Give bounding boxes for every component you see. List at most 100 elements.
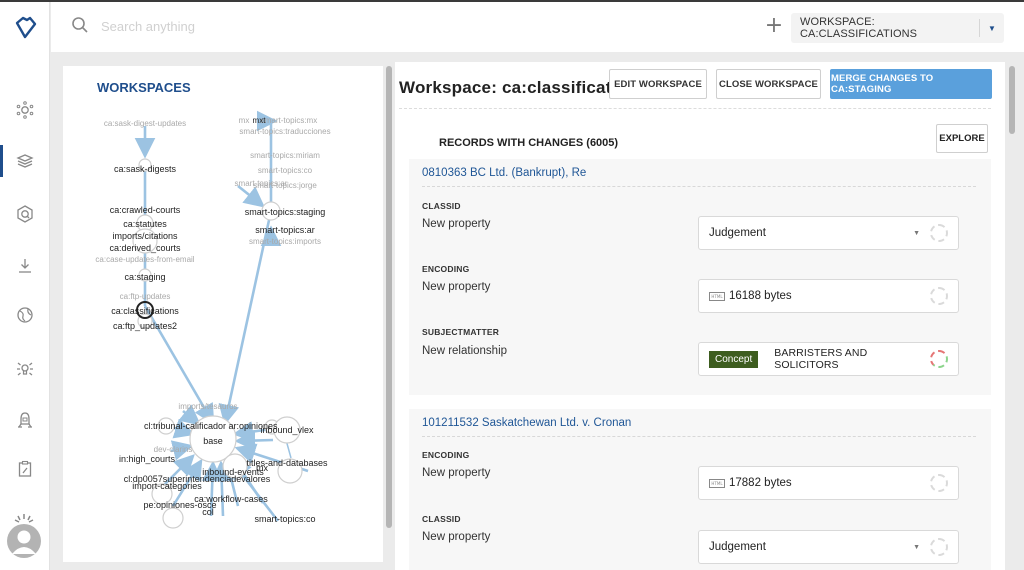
field-change-type: New property [422, 467, 491, 479]
graph-node-label[interactable]: mxt [253, 116, 267, 125]
graph-node-label[interactable]: smart-topics:mx [261, 116, 317, 125]
graph-node-label[interactable]: smart-topics:miriam [250, 151, 320, 160]
classid-select[interactable]: Judgement ▼ [698, 216, 959, 250]
graph-node-label[interactable]: ca:case-updates-from-email [95, 255, 194, 264]
sidebar-item-layers[interactable] [0, 143, 50, 179]
sidebar-item-ideas[interactable] [0, 351, 50, 387]
graph-node-label[interactable]: mx [239, 116, 250, 125]
graph-node-label[interactable]: ca:staging [124, 272, 165, 282]
dropdown-caret-icon[interactable]: ▼ [913, 544, 920, 551]
record-divider [422, 186, 976, 187]
record-title-link[interactable]: 101211532 Saskatchewan Ltd. v. Cronan [422, 417, 631, 429]
right-panel-scrollbar[interactable] [1009, 66, 1015, 134]
graph-node-label[interactable]: smart-topics:ar [255, 225, 315, 235]
workspace-select-value: WORKSPACE: CA:CLASSIFICATIONS [800, 16, 918, 40]
status-ring-icon [930, 538, 948, 556]
graph-node-label[interactable]: ca:crawled-courts [110, 205, 181, 215]
field-name: SUBJECTMATTER [422, 327, 500, 337]
hexagon-search-icon [17, 205, 33, 223]
dropdown-caret-icon[interactable]: ▼ [913, 230, 920, 237]
workspace-graph[interactable]: WORKSPACES ca:sask-digest-updates ca:cas… [63, 66, 383, 562]
workspaces-title: WORKSPACES [97, 80, 191, 95]
download-icon [19, 259, 31, 273]
sidebar-item-graph[interactable] [0, 92, 50, 128]
chevron-down-icon[interactable]: ▼ [980, 24, 1004, 33]
graph-node-label[interactable]: ca:sask-digest-updates [104, 119, 186, 128]
sidebar-item-import[interactable] [0, 248, 50, 284]
graph-node-label[interactable]: dev-clarins [154, 445, 193, 454]
edit-workspace-button[interactable]: EDIT WORKSPACE [609, 69, 707, 99]
graph-node-label[interactable]: inbound_vlex [260, 425, 314, 435]
encoding-value[interactable]: HTML 17882 bytes [698, 466, 959, 500]
sidebar-item-robot[interactable] [0, 402, 50, 438]
sidebar-item-globe[interactable] [0, 297, 50, 333]
record-card: 101211532 Saskatchewan Ltd. v. Cronan EN… [409, 409, 991, 570]
field-change-type: New property [422, 531, 491, 543]
status-ring-icon [930, 474, 948, 492]
field-name: ENCODING [422, 450, 470, 460]
graph-node-label[interactable]: ca:ftp_updates2 [113, 321, 177, 331]
classid-select[interactable]: Judgement ▼ [698, 530, 959, 564]
field-change-type: New relationship [422, 345, 508, 357]
title-divider [399, 108, 991, 109]
select-value: Judgement [709, 541, 766, 553]
graph-node-label[interactable]: ca:sask-digests [114, 164, 177, 174]
field-name: ENCODING [422, 264, 470, 274]
field-change-type: New property [422, 218, 491, 230]
workspace-details-panel: Workspace: ca:classificati EDIT WORKSPAC… [395, 62, 1005, 570]
html-file-icon: HTML [709, 291, 725, 301]
clipboard-edit-icon [18, 460, 32, 477]
graph-node-label[interactable]: base [203, 436, 223, 446]
status-ring-icon [930, 287, 948, 305]
graph-node-label[interactable]: col [202, 507, 214, 517]
record-card: 0810363 BC Ltd. (Bankrupt), Re CLASSID N… [409, 159, 991, 395]
workspaces-panel: WORKSPACES ca:sask-digest-updates ca:cas… [63, 66, 383, 562]
close-workspace-button[interactable]: CLOSE WORKSPACE [716, 69, 821, 99]
relation-value: BARRISTERS AND SOLICITORS [774, 347, 868, 371]
left-panel-scrollbar[interactable] [386, 66, 392, 528]
field-name: CLASSID [422, 514, 461, 524]
graph-node-label[interactable]: in:high_courts [119, 454, 176, 464]
graph-node-label[interactable]: ca:ftp-updates [120, 292, 171, 301]
status-ring-icon [930, 350, 948, 368]
app-logo-icon[interactable] [11, 14, 39, 42]
graph-node-label[interactable]: smart-topics:staging [245, 207, 326, 217]
graph-node-label[interactable]: imports/tesauros [178, 402, 237, 411]
graph-node-label[interactable]: smart-topics:co [254, 514, 315, 524]
merge-changes-button[interactable]: MERGE CHANGES TO CA:STAGING [830, 69, 992, 99]
top-header: + WORKSPACE: CA:CLASSIFICATIONS ▼ [51, 2, 1024, 52]
search-input[interactable] [101, 14, 501, 38]
explore-button[interactable]: EXPLORE [936, 124, 988, 153]
graph-node-label-selected[interactable]: ca:classifications [111, 306, 179, 316]
sidebar-item-tasks[interactable] [0, 451, 50, 487]
sidebar-item-search[interactable] [0, 196, 50, 232]
sidebar [0, 2, 50, 570]
records-with-changes-heading: RECORDS WITH CHANGES (6005) [439, 137, 619, 149]
graph-node-label[interactable]: ca:derived_courts [109, 243, 181, 253]
search-icon [72, 17, 88, 33]
layers-icon [16, 154, 34, 168]
graph-node-label[interactable]: smart-topics:imports [249, 237, 321, 246]
add-button[interactable]: + [764, 15, 784, 37]
record-title-link[interactable]: 0810363 BC Ltd. (Bankrupt), Re [422, 167, 586, 179]
user-avatar[interactable] [6, 514, 42, 560]
encoding-value[interactable]: HTML 16188 bytes [698, 279, 959, 313]
graph-node-label[interactable]: import-categories [132, 481, 202, 491]
robot-icon [18, 412, 32, 428]
workspace-title: Workspace: ca:classificati [399, 78, 617, 97]
graph-node-label[interactable]: smart-topics:traducciones [239, 127, 330, 136]
bulb-idea-icon [17, 362, 33, 376]
graph-node-label[interactable]: ca:statutes [123, 219, 167, 229]
globe-icon [17, 307, 33, 323]
graph-node-label[interactable]: mx [256, 463, 268, 473]
graph-node-label[interactable]: imports/citations [112, 231, 178, 241]
field-name: CLASSID [422, 201, 461, 211]
graph-node-label[interactable]: cl:tribunal-calificador [144, 421, 226, 431]
encoding-size: 17882 bytes [729, 477, 792, 489]
html-file-icon: HTML [709, 478, 725, 488]
workspace-select[interactable]: WORKSPACE: CA:CLASSIFICATIONS ▼ [791, 13, 1004, 43]
concept-badge: Concept [709, 350, 759, 368]
graph-node-label[interactable]: smart-topics:co [258, 166, 313, 175]
subjectmatter-relation[interactable]: Concept BARRISTERS AND SOLICITORS [698, 342, 959, 376]
graph-node-label[interactable]: smart-topics:jorge [253, 181, 317, 190]
